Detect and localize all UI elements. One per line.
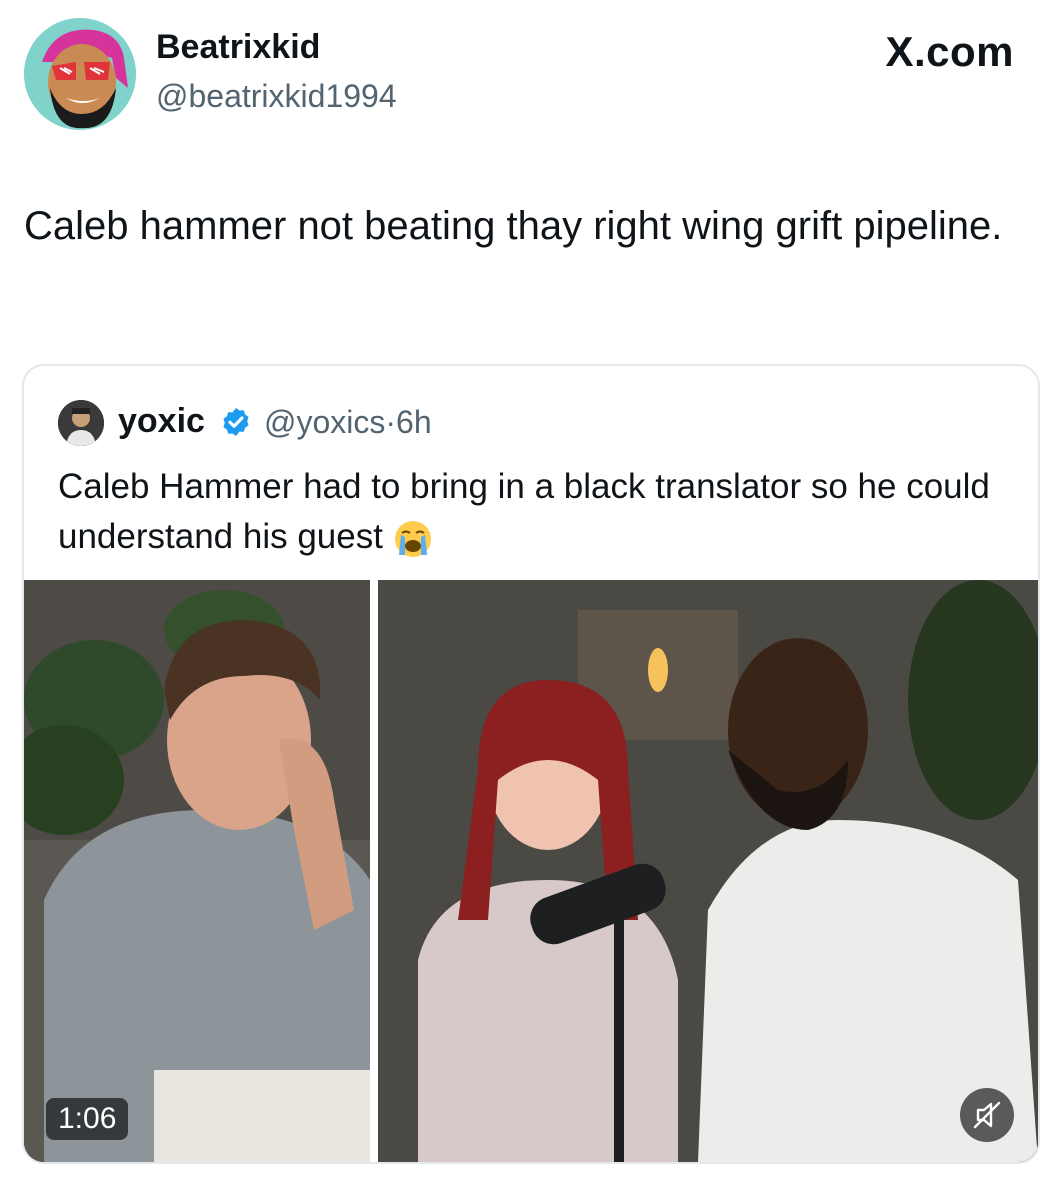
brand-label: X.com [885, 28, 1014, 75]
author-avatar[interactable] [24, 18, 136, 130]
video-frame-right [378, 580, 1038, 1162]
quoted-tweet-time[interactable]: 6h [396, 404, 432, 440]
mute-button[interactable] [960, 1088, 1014, 1142]
quoted-avatar-icon [58, 400, 104, 446]
verified-badge-icon [223, 408, 249, 436]
quoted-author-avatar[interactable] [58, 400, 104, 446]
video-frame-left-image [24, 580, 370, 1162]
speaker-muted-icon [973, 1101, 1001, 1129]
quoted-tweet-text: Caleb Hammer had to bring in a black tra… [58, 467, 990, 556]
author-display-name[interactable]: Beatrixkid [156, 28, 320, 67]
quoted-author-name[interactable]: yoxic [118, 402, 205, 441]
tweet-text: Caleb hammer not beating thay right wing… [24, 204, 1003, 248]
meta-separator: · [385, 404, 397, 440]
video-frame-right-image [378, 580, 1038, 1162]
quoted-tweet-text-block: Caleb Hammer had to bring in a black tra… [58, 462, 1018, 562]
video-player[interactable]: 1:06 [24, 580, 1038, 1162]
author-handle[interactable]: @beatrixkid1994 [156, 78, 397, 115]
loudly-crying-face-icon [394, 520, 431, 557]
cartoon-avatar-icon [24, 18, 136, 130]
quoted-tweet-meta: @yoxics·6h [264, 404, 432, 441]
quoted-author-handle[interactable]: @yoxics [264, 404, 385, 440]
video-frame-divider [370, 580, 378, 1162]
video-timestamp: 1:06 [46, 1098, 129, 1140]
video-frame-left [24, 580, 370, 1162]
quoted-tweet-card[interactable]: yoxic @yoxics·6h Caleb Hammer had to bri… [22, 364, 1040, 1164]
